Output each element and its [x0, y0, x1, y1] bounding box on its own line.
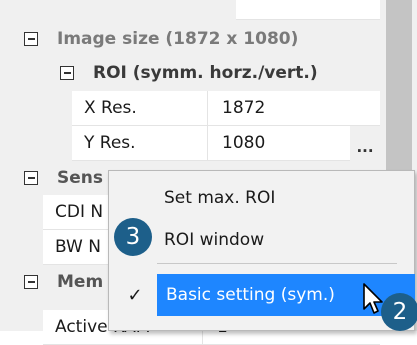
property-row-x-res: X Res. 1872 — [0, 91, 380, 126]
property-name: X Res. — [72, 91, 208, 126]
scrollbar-thumb[interactable] — [386, 0, 412, 170]
annotation-badge-2: 2 — [381, 293, 417, 331]
property-name: Y Res. — [72, 126, 208, 161]
collapse-icon[interactable] — [24, 32, 38, 46]
category-label: Sens — [57, 168, 103, 188]
category-image-size[interactable]: Image size (1872 x 1080) — [0, 22, 380, 56]
property-value-x-res[interactable]: 1872 — [208, 91, 380, 126]
top-partial-row — [0, 0, 380, 22]
annotation-badge-3: 3 — [114, 218, 152, 256]
collapse-icon[interactable] — [24, 275, 38, 289]
top-value-cell[interactable] — [236, 0, 380, 20]
subcategory-roi[interactable]: ROI (symm. horz./vert.) — [0, 56, 380, 91]
category-label: Mem — [57, 272, 104, 292]
check-icon: ✓ — [127, 284, 143, 306]
property-value-y-res[interactable]: 1080 — [208, 126, 350, 161]
menu-item-set-max-roi[interactable]: Set max. ROI — [109, 177, 414, 219]
ellipsis-button[interactable]: ... — [350, 126, 380, 156]
menu-item-label: Basic setting (sym.) — [166, 285, 335, 305]
property-row-y-res: Y Res. 1080 ... — [0, 126, 380, 161]
collapse-icon[interactable] — [60, 66, 74, 80]
menu-separator — [157, 263, 397, 264]
collapse-icon[interactable] — [24, 171, 38, 185]
menu-item-label: ROI window — [164, 230, 265, 250]
category-label: Image size (1872 x 1080) — [57, 29, 299, 49]
menu-item-roi-window[interactable]: ROI window — [109, 219, 414, 261]
menu-item-label: Set max. ROI — [164, 188, 276, 208]
subcategory-label: ROI (symm. horz./vert.) — [93, 63, 318, 83]
